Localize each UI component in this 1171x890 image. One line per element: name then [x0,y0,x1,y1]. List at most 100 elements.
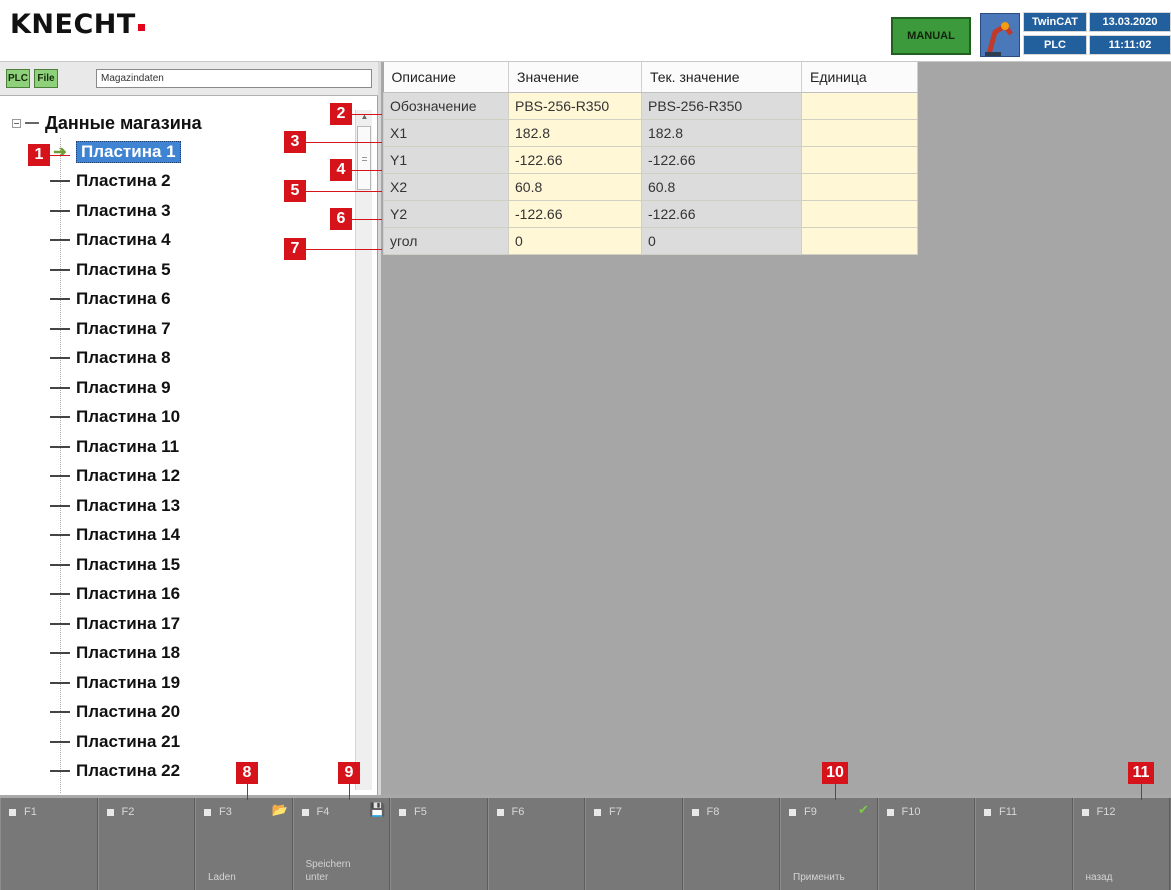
tree-item-label: Пластина 18 [76,643,181,663]
tree-item[interactable]: Пластина 14 [50,521,350,551]
callout-leader [1141,784,1142,800]
cell-unit[interactable] [801,172,918,201]
plc-button[interactable]: PLC [6,69,30,88]
function-key-f2[interactable]: F2 [97,798,195,890]
tree-item-label: Пластина 10 [76,407,181,427]
column-header-unit[interactable]: Единица [801,62,918,93]
tree-item-label: Пластина 15 [76,554,181,574]
function-key-f12[interactable]: F12 назад [1072,798,1170,890]
function-key-label: F2 [106,806,134,818]
function-key-label: F11 [984,806,1017,818]
function-key-f5[interactable]: F5 [390,798,488,890]
function-key-f6[interactable]: F6 [487,798,585,890]
cell-value[interactable]: 0 [508,226,642,255]
plate-data-panel: Описание Значение Тек. значение Единица … [378,62,1171,795]
tree-item[interactable]: Пластина 22 [50,757,350,787]
function-key-f4[interactable]: F4 💾 Speichern unter [292,798,390,890]
callout-marker: 9 [338,762,360,784]
plate-data-table: Описание Значение Тек. значение Единица … [383,62,918,255]
function-key-f8[interactable]: F8 [682,798,780,890]
column-header-current[interactable]: Тек. значение [641,62,802,93]
function-key-f3[interactable]: F3 📂 Laden [195,798,293,890]
callout-leader [306,191,382,192]
tree-item[interactable]: Пластина 19 [50,668,350,698]
function-key-f10[interactable]: F10 [877,798,975,890]
cell-value[interactable]: 182.8 [508,118,642,147]
callout-marker: 3 [284,131,306,153]
cell-value[interactable]: -122.66 [508,199,642,228]
tree-item-label: Пластина 16 [76,584,181,604]
callout-marker: 8 [236,762,258,784]
tree-item-label: Пластина 5 [76,259,171,279]
path-field[interactable]: Magazindaten [96,69,372,88]
function-key-f7[interactable]: F7 [585,798,683,890]
tree-item[interactable]: Пластина 15 [50,550,350,580]
cell-current-value: 182.8 [641,118,802,147]
mode-indicator[interactable]: MANUAL [891,17,971,55]
left-toolbar: PLC File Magazindaten [0,62,378,96]
cell-value[interactable]: -122.66 [508,145,642,174]
cell-unit[interactable] [801,199,918,228]
callout-leader [306,142,382,143]
tree-item[interactable]: Пластина 10 [50,403,350,433]
tree-item[interactable]: Пластина 9 [50,373,350,403]
tree-root[interactable]: Данные магазина [12,112,202,134]
callout-marker: 7 [284,238,306,260]
callout-leader [352,114,382,115]
tree-scrollbar[interactable]: ▲ [355,110,372,790]
checkmark-icon: ✔ [858,802,869,817]
tree-item[interactable]: Пластина 12 [50,462,350,492]
cell-value[interactable]: 60.8 [508,172,642,201]
cell-value[interactable]: PBS-256-R350 [508,91,642,120]
tree-items: ➔ Пластина 1 Пластина 2 Пластина 3 Пластина … [50,137,350,786]
tree-item-label: Пластина 1 [76,140,181,163]
tree-item-label: Пластина 22 [76,761,181,781]
cell-description: Y1 [383,145,509,174]
tree-item[interactable]: Пластина 6 [50,285,350,315]
tree-item-label: Пластина 13 [76,495,181,515]
function-key-caption: Применить [793,872,845,883]
tree-item-label: Пластина 3 [76,200,171,220]
robot-icon [980,13,1020,57]
function-key-caption: Laden [208,872,236,883]
callout-marker: 10 [822,762,848,784]
function-key-f1[interactable]: F1 [0,798,98,890]
callout-leader [349,784,350,800]
cell-current-value: -122.66 [641,145,802,174]
callout-leader [247,784,248,800]
tree-item[interactable]: Пластина 8 [50,344,350,374]
tree-item[interactable]: Пластина 21 [50,727,350,757]
tree-item[interactable]: Пластина 17 [50,609,350,639]
scroll-up-icon[interactable]: ▲ [356,110,373,124]
cell-current-value: 60.8 [641,172,802,201]
collapse-icon[interactable] [12,118,21,128]
cell-unit[interactable] [801,145,918,174]
callout-leader [835,784,836,800]
tree-item-label: Пластина 7 [76,318,171,338]
function-key-f11[interactable]: F11 [975,798,1073,890]
function-key-caption: назад [1085,872,1113,883]
cell-unit[interactable] [801,91,918,120]
date-display: 13.03.2020 [1089,12,1171,32]
column-header-description[interactable]: Описание [383,62,509,93]
table-row: Y1 -122.66 -122.66 [383,145,918,174]
column-header-value[interactable]: Значение [508,62,642,93]
arrow-right-icon: ➔ [53,143,67,161]
scroll-thumb[interactable] [357,126,371,190]
tree-item-label: Пластина 2 [76,171,171,191]
table-row: Обозначение PBS-256-R350 PBS-256-R350 [383,91,918,120]
tree-item[interactable]: Пластина 16 [50,580,350,610]
save-icon: 💾 [369,802,386,817]
function-key-label: F6 [496,806,524,818]
tree-item[interactable]: Пластина 20 [50,698,350,728]
cell-unit[interactable] [801,226,918,255]
tree-item[interactable]: Пластина 13 [50,491,350,521]
tree-item[interactable]: Пластина 7 [50,314,350,344]
file-button[interactable]: File [34,69,58,88]
tree-item[interactable]: Пластина 18 [50,639,350,669]
cell-unit[interactable] [801,118,918,147]
tree-item-label: Пластина 14 [76,525,181,545]
function-key-f9[interactable]: F9 ✔ Применить [780,798,878,890]
callout-leader [50,155,70,156]
tree-item[interactable]: Пластина 11 [50,432,350,462]
